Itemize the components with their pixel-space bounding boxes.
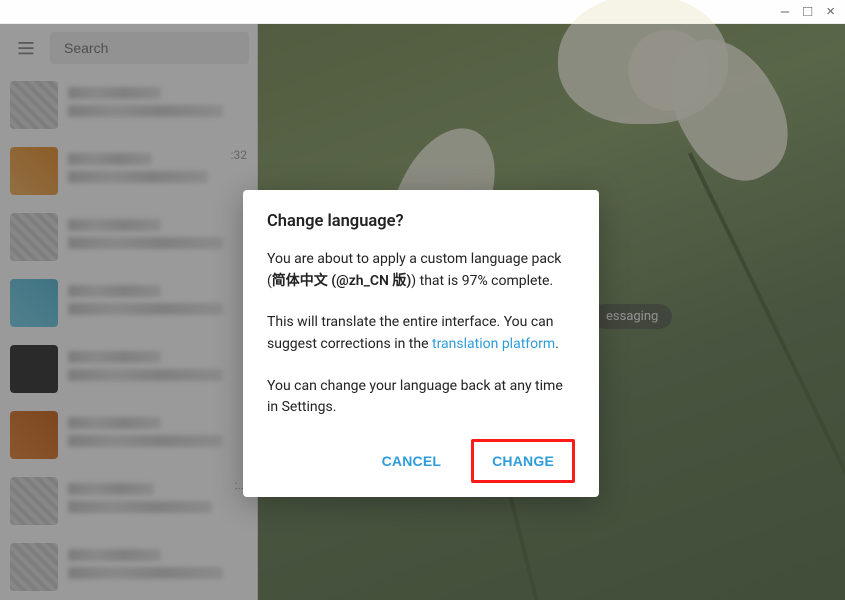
window-minimize-button[interactable]: – xyxy=(781,4,789,19)
tutorial-highlight: CHANGE xyxy=(471,439,575,483)
dialog-title: Change language? xyxy=(267,212,575,231)
window-titlebar: – □ × xyxy=(0,0,845,24)
dialog-text-1: You are about to apply a custom language… xyxy=(267,249,575,292)
dialog-actions: CANCEL CHANGE xyxy=(267,439,575,483)
change-language-dialog: Change language? You are about to apply … xyxy=(243,190,599,497)
change-button[interactable]: CHANGE xyxy=(478,445,568,477)
dialog-text-2: This will translate the entire interface… xyxy=(267,312,575,355)
window-close-button[interactable]: × xyxy=(826,4,835,19)
translation-platform-link[interactable]: translation platform xyxy=(432,336,555,352)
window-maximize-button[interactable]: □ xyxy=(803,4,812,19)
dialog-text-3: You can change your language back at any… xyxy=(267,376,575,419)
cancel-button[interactable]: CANCEL xyxy=(368,445,456,477)
